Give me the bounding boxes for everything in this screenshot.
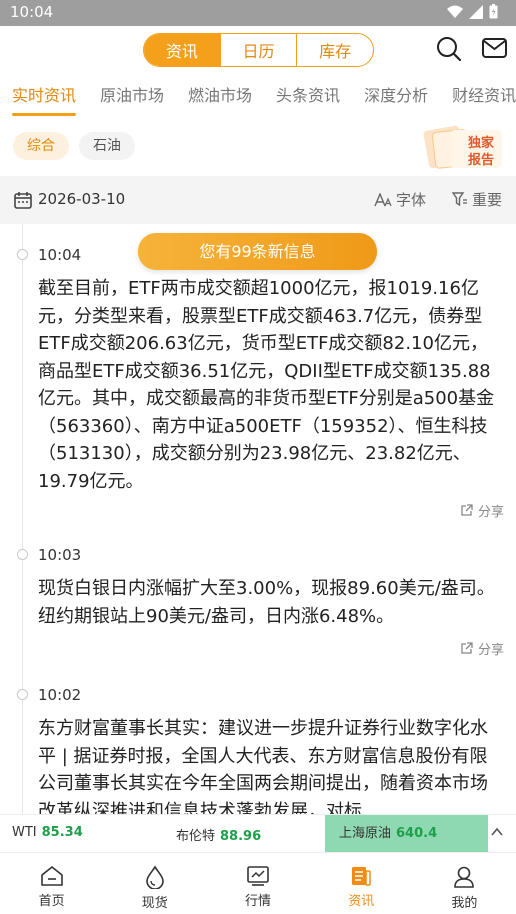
mail-icon[interactable] <box>482 37 507 59</box>
segment-calendar[interactable]: 日历 <box>221 34 298 66</box>
nav-label: 行情 <box>245 894 272 909</box>
exclusive-report-button[interactable]: 独家 报告 <box>420 122 506 170</box>
category-tabs: 实时资讯 原油市场 燃油市场 头条资讯 深度分析 财经资讯 <box>0 78 516 116</box>
ticker-value: 640.4 <box>396 826 438 841</box>
ticker-name: 布伦特 <box>176 829 216 844</box>
current-date[interactable]: 2026-03-10 <box>38 190 125 208</box>
share-label: 分享 <box>477 505 504 520</box>
nav-home[interactable]: 首页 <box>0 853 103 914</box>
tab-fuel-market[interactable]: 燃油市场 <box>176 78 264 116</box>
timeline-dot <box>17 689 28 700</box>
important-label: 重要 <box>472 191 503 209</box>
segment-control: 资讯 日历 库存 <box>143 33 374 67</box>
font-size-label: 字体 <box>396 191 427 209</box>
nav-label: 首页 <box>38 894 65 909</box>
tab-deep-analysis[interactable]: 深度分析 <box>352 78 440 116</box>
news-feed[interactable]: 10:04 截至目前，ETF两市成交额超1000亿元，报1019.16亿元，分类… <box>0 224 516 814</box>
segment-news[interactable]: 资讯 <box>144 34 221 66</box>
wifi-icon <box>447 5 463 18</box>
date-bar: 2026-03-10 字体 重要 <box>0 176 516 224</box>
bottom-nav: 首页 现货 行情 资讯 我的 <box>0 852 516 914</box>
ticker-brent[interactable]: 布伦特 88.96 <box>176 825 261 844</box>
ticker-wti[interactable]: WTI 85.34 <box>12 825 83 840</box>
share-button[interactable]: 分享 <box>460 501 504 520</box>
font-icon <box>374 192 392 206</box>
home-icon <box>40 865 63 886</box>
timeline-line <box>22 224 23 814</box>
timeline-dot <box>17 249 28 260</box>
status-time: 10:04 <box>10 3 54 21</box>
news-body: 现货白银日内涨幅扩大至3.00%，现报89.60美元/盎司。纽约期银站上90美元… <box>38 578 495 627</box>
status-icons <box>447 4 498 19</box>
news-time: 10:02 <box>38 686 82 704</box>
chevron-up-icon[interactable] <box>490 825 504 839</box>
filter-chips: 综合 石油 <box>13 132 135 160</box>
chip-oil[interactable]: 石油 <box>79 132 135 160</box>
search-icon[interactable] <box>436 36 462 62</box>
battery-icon <box>489 4 498 19</box>
calendar-icon[interactable] <box>14 191 32 209</box>
news-time: 10:03 <box>38 546 82 564</box>
drop-icon <box>145 865 164 889</box>
ticker-value: 88.96 <box>220 829 262 844</box>
news-body: 截至目前，ETF两市成交额超1000亿元，报1019.16亿元，分类型来看，股票… <box>38 278 495 492</box>
ticker-value: 85.34 <box>41 825 83 840</box>
nav-label: 现货 <box>141 896 168 911</box>
nav-quotes[interactable]: 行情 <box>206 853 309 914</box>
nav-profile[interactable]: 我的 <box>413 853 516 914</box>
tab-finance-news[interactable]: 财经资讯 <box>440 78 516 116</box>
timeline-dot <box>17 549 28 560</box>
news-time: 10:04 <box>38 246 82 264</box>
nav-news[interactable]: 资讯 <box>310 853 413 914</box>
price-ticker[interactable]: WTI 85.34 布伦特 88.96 上海原油 640.4 <box>0 814 516 853</box>
segment-inventory[interactable]: 库存 <box>297 34 373 66</box>
filter-icon <box>452 192 467 207</box>
tab-headlines[interactable]: 头条资讯 <box>264 78 352 116</box>
nav-label: 资讯 <box>348 894 375 909</box>
signal-icon <box>469 4 483 19</box>
share-button[interactable]: 分享 <box>460 639 504 658</box>
ticker-name: 上海原油 <box>339 826 392 841</box>
share-icon <box>461 504 473 516</box>
ticker-shanghai-crude[interactable]: 上海原油 640.4 <box>325 815 488 853</box>
status-bar: 10:04 <box>0 0 516 26</box>
font-size-button[interactable]: 字体 <box>374 189 426 210</box>
share-label: 分享 <box>477 643 504 658</box>
ticker-name: WTI <box>12 825 37 840</box>
exclusive-label-line2: 报告 <box>468 153 495 168</box>
news-icon <box>352 867 371 886</box>
important-filter-button[interactable]: 重要 <box>452 189 502 210</box>
nav-label: 我的 <box>451 896 478 911</box>
chip-comprehensive[interactable]: 综合 <box>13 132 69 160</box>
news-body: 东方财富董事长其实：建议进一步提升证券行业数字化水平 | 据证券时报，全国人大代… <box>38 718 488 814</box>
top-header: 资讯 日历 库存 <box>0 26 516 76</box>
new-messages-banner[interactable]: 您有99条新信息 <box>138 233 377 270</box>
chart-icon <box>247 866 269 886</box>
share-icon <box>461 642 473 654</box>
user-icon <box>454 866 475 888</box>
nav-spot[interactable]: 现货 <box>103 853 206 914</box>
tab-realtime-news[interactable]: 实时资讯 <box>0 78 88 116</box>
tab-crude-market[interactable]: 原油市场 <box>88 78 176 116</box>
